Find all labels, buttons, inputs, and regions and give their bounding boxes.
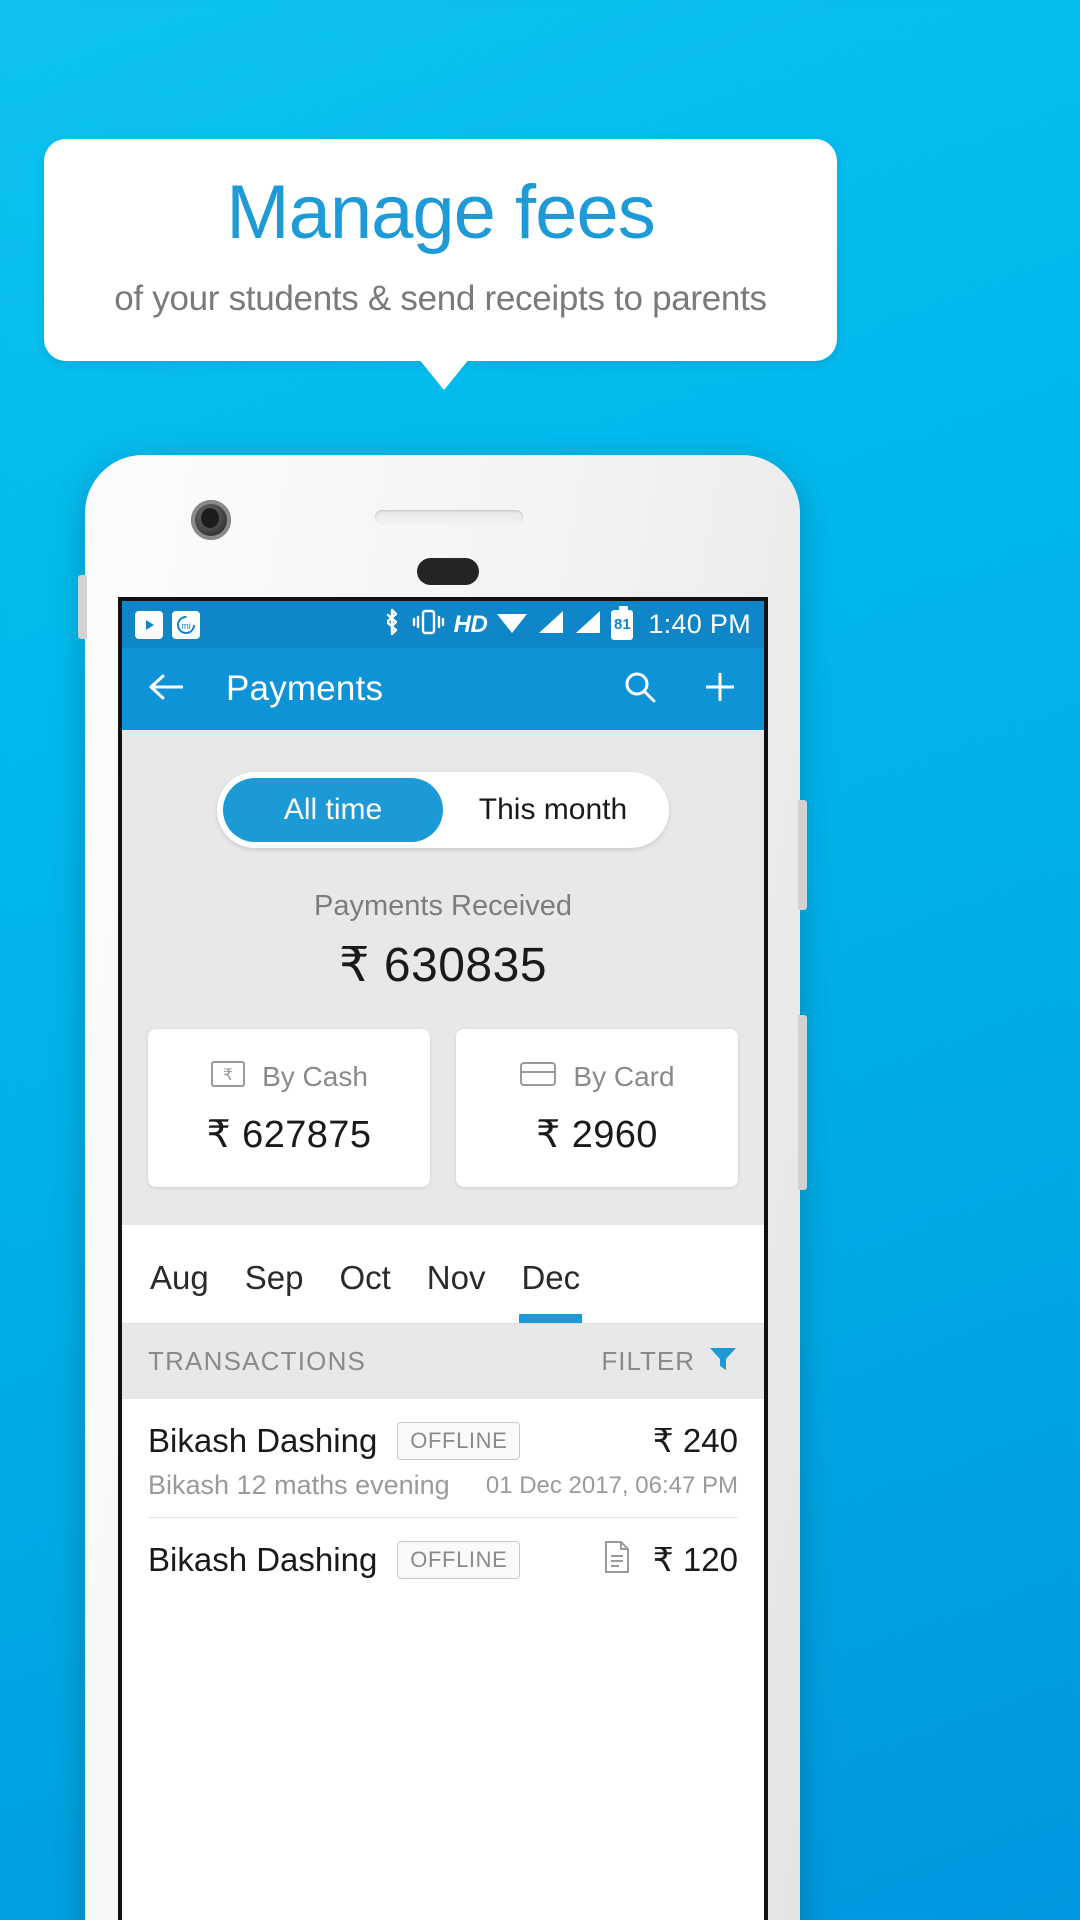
segment-option-this-month[interactable]: This month	[443, 778, 663, 842]
transaction-date: 01 Dec 2017, 06:47 PM	[485, 1471, 738, 1499]
by-card-label: By Card	[573, 1060, 675, 1092]
transaction-amount: ₹ 120	[652, 1541, 738, 1578]
promo-banner: Manage fees of your students & send rece…	[44, 139, 837, 361]
arrow-back-icon[interactable]	[148, 672, 186, 707]
signal-1-icon	[537, 609, 565, 640]
svg-text:₹: ₹	[223, 1067, 233, 1084]
payments-received-amount: ₹ 630835	[338, 939, 548, 992]
signal-2-icon	[574, 609, 602, 640]
filter-button[interactable]: FILTER	[601, 1345, 738, 1378]
credit-card-icon	[519, 1059, 557, 1094]
promo-bubble-tail	[418, 358, 470, 390]
status-badge: OFFLINE	[397, 1540, 521, 1579]
transaction-description: Bikash 12 maths evening	[148, 1470, 450, 1500]
plus-icon[interactable]	[702, 669, 738, 710]
month-tab-sep[interactable]: Sep	[227, 1259, 322, 1323]
month-tab-dec[interactable]: Dec	[503, 1259, 598, 1323]
month-tabs[interactable]: Aug Sep Oct Nov Dec	[122, 1225, 764, 1323]
time-range-toggle[interactable]: All time This month	[217, 772, 669, 848]
transactions-list: Bikash Dashing OFFLINE ₹ 240 Bikash 12 m…	[122, 1399, 764, 1579]
month-tab-aug[interactable]: Aug	[132, 1259, 227, 1323]
earpiece-speaker	[375, 510, 523, 524]
page-title: Payments	[226, 669, 384, 708]
vibrate-icon	[411, 607, 445, 642]
svg-text:mi: mi	[181, 621, 191, 631]
by-card-amount: ₹ 2960	[536, 1114, 658, 1156]
app-bar: Payments	[122, 648, 764, 730]
wifi-icon	[496, 609, 528, 640]
month-tab-oct[interactable]: Oct	[321, 1259, 408, 1323]
phone-mockup: mi HD 81 1:40 PM Payments All time This …	[78, 455, 807, 1920]
bluetooth-icon	[382, 607, 402, 642]
youtube-icon	[135, 610, 163, 639]
status-badge: OFFLINE	[397, 1421, 521, 1460]
transactions-header: TRANSACTIONS FILTER	[122, 1323, 764, 1399]
battery-icon: 81	[611, 605, 634, 640]
cash-rupee-icon: ₹	[210, 1059, 246, 1094]
front-camera	[191, 500, 231, 540]
receipt-document-icon[interactable]	[603, 1540, 631, 1579]
sensor-strip	[417, 558, 479, 585]
by-card-card[interactable]: By Card ₹ 2960	[456, 1029, 738, 1187]
search-icon[interactable]	[622, 669, 658, 710]
filter-label: FILTER	[601, 1346, 695, 1376]
table-row[interactable]: Bikash Dashing OFFLINE ₹ 120	[122, 1518, 764, 1579]
promo-title: Manage fees	[226, 170, 655, 255]
mi-fit-icon: mi	[172, 610, 200, 639]
transaction-name: Bikash Dashing	[148, 1540, 378, 1578]
month-tab-nov[interactable]: Nov	[409, 1259, 504, 1323]
hd-icon: HD	[453, 610, 488, 638]
phone-button-right-lower	[798, 1015, 807, 1190]
phone-button-left	[78, 575, 87, 639]
status-bar-clock: 1:40 PM	[648, 609, 751, 639]
payments-received-label: Payments Received	[314, 890, 572, 922]
payment-method-cards: ₹ By Cash ₹ 627875 By Card ₹ 2960	[122, 993, 764, 1187]
phone-button-right-upper	[798, 800, 807, 910]
phone-screen: mi HD 81 1:40 PM Payments All time This …	[118, 597, 768, 1920]
by-cash-label: By Cash	[262, 1060, 368, 1092]
table-row[interactable]: Bikash Dashing OFFLINE ₹ 240 Bikash 12 m…	[122, 1399, 764, 1518]
promo-subtitle: of your students & send receipts to pare…	[114, 279, 767, 318]
status-bar: mi HD 81 1:40 PM	[122, 601, 764, 648]
by-cash-amount: ₹ 627875	[206, 1114, 372, 1156]
segment-option-all-time[interactable]: All time	[223, 778, 443, 842]
by-cash-card[interactable]: ₹ By Cash ₹ 627875	[148, 1029, 430, 1187]
transaction-name: Bikash Dashing	[148, 1421, 378, 1459]
filter-funnel-icon[interactable]	[708, 1345, 738, 1378]
content-area: All time This month Payments Received ₹ …	[122, 730, 764, 1579]
transactions-title: TRANSACTIONS	[148, 1346, 367, 1376]
transaction-amount: ₹ 240	[652, 1422, 738, 1459]
